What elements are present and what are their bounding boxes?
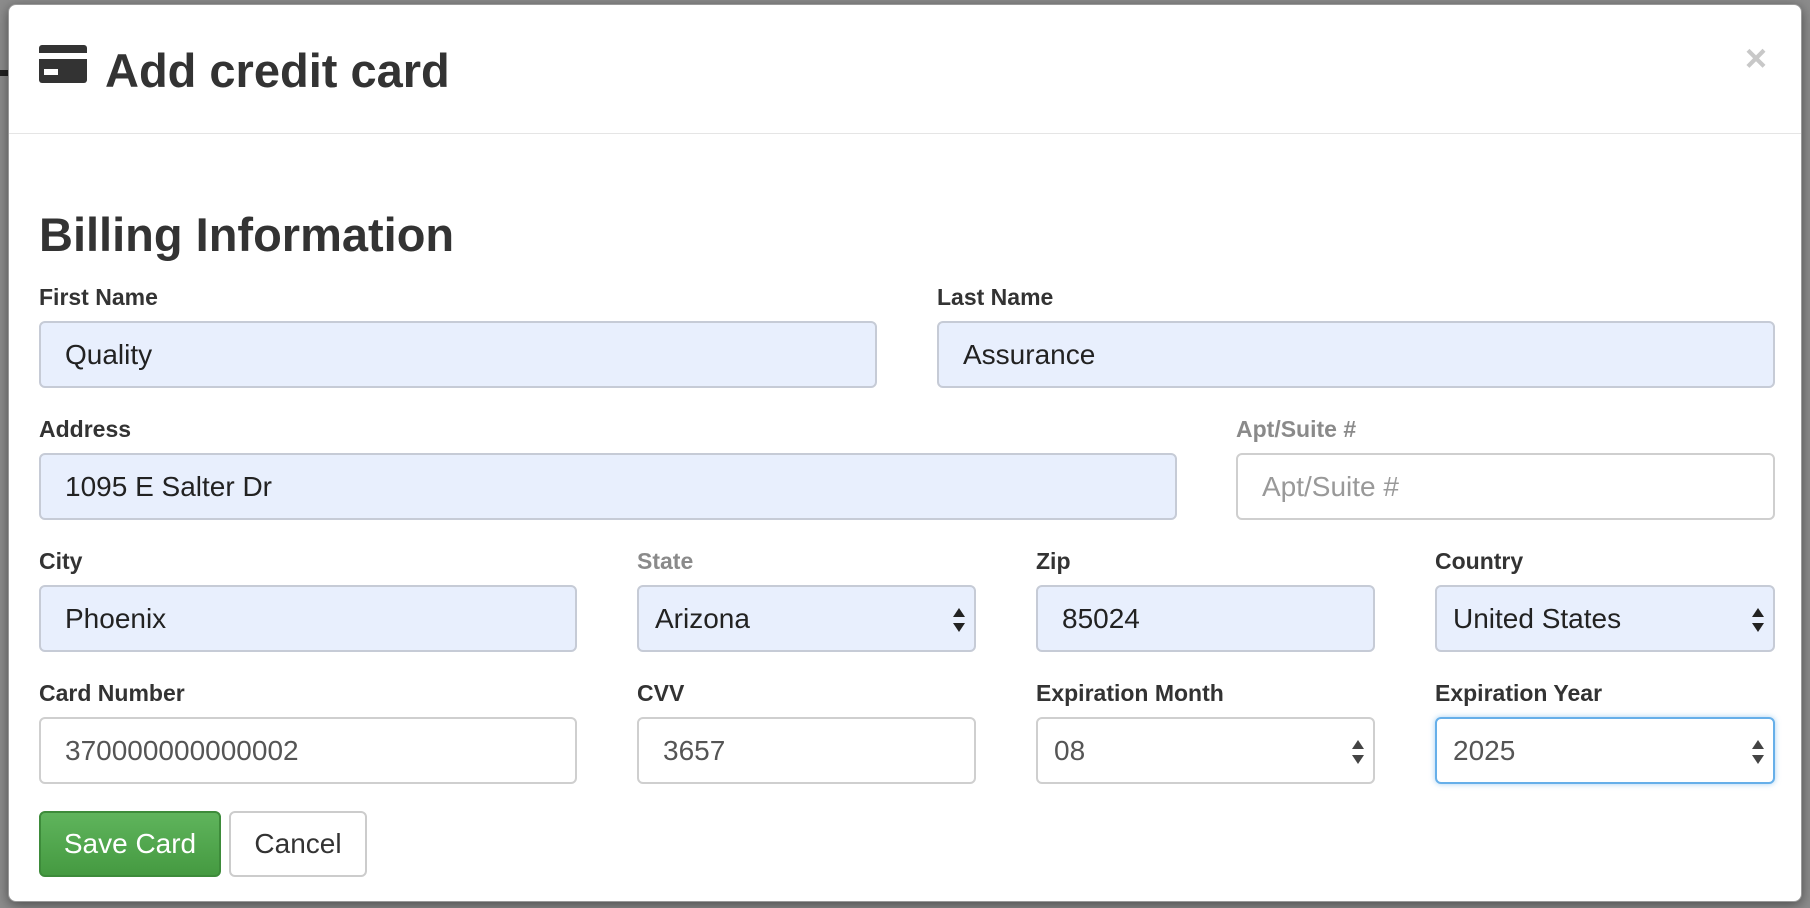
expiration-year-label: Expiration Year xyxy=(1435,680,1603,706)
cvv-field[interactable]: 3657 xyxy=(637,717,976,784)
apt-suite-field[interactable]: Apt/Suite # xyxy=(1236,453,1775,520)
cvv-label: CVV xyxy=(637,680,685,706)
cancel-button[interactable]: Cancel xyxy=(229,811,367,877)
save-card-button[interactable]: Save Card xyxy=(39,811,221,877)
zip-label: Zip xyxy=(1036,548,1071,574)
expiration-month-selected-value: 08 xyxy=(1054,735,1086,766)
modal-header: Add credit card × xyxy=(9,5,1801,134)
last-name-field[interactable]: Assurance xyxy=(937,321,1775,388)
expiration-month-label: Expiration Month xyxy=(1036,680,1224,706)
sort-arrows-icon xyxy=(1752,740,1764,764)
close-icon[interactable]: × xyxy=(1741,39,1771,79)
state-label: State xyxy=(637,548,694,574)
city-field[interactable]: Phoenix xyxy=(39,585,577,652)
apt-suite-label: Apt/Suite # xyxy=(1236,416,1357,442)
last-name-label: Last Name xyxy=(937,284,1054,310)
first-name-field[interactable]: Quality xyxy=(39,321,877,388)
address-label: Address xyxy=(39,416,132,442)
card-number-label: Card Number xyxy=(39,680,185,706)
expiration-year-selected-value: 2025 xyxy=(1453,735,1516,766)
zip-field[interactable]: 85024 xyxy=(1036,585,1375,652)
country-label: Country xyxy=(1435,548,1524,574)
card-number-field[interactable]: 370000000000002 xyxy=(39,717,577,784)
credit-card-icon xyxy=(39,45,87,83)
address-field[interactable]: 1095 E Salter Dr xyxy=(39,453,1177,520)
state-selected-value: Arizona xyxy=(655,603,750,634)
sort-arrows-icon xyxy=(1752,608,1764,632)
city-label: City xyxy=(39,548,83,574)
sort-arrows-icon xyxy=(1352,740,1364,764)
sort-arrows-icon xyxy=(953,608,965,632)
country-selected-value: United States xyxy=(1453,603,1622,634)
expiration-year-select[interactable]: 2025 xyxy=(1435,717,1775,784)
section-title: Billing Information xyxy=(39,208,455,261)
state-select[interactable]: Arizona xyxy=(637,585,976,652)
country-select[interactable]: United States xyxy=(1435,585,1775,652)
add-credit-card-modal: Add credit card × Billing Information Fi… xyxy=(8,4,1802,902)
backdrop-edge-mark xyxy=(0,70,8,76)
modal-title: Add credit card xyxy=(105,44,450,97)
expiration-month-select[interactable]: 08 xyxy=(1036,717,1375,784)
first-name-label: First Name xyxy=(39,284,158,310)
